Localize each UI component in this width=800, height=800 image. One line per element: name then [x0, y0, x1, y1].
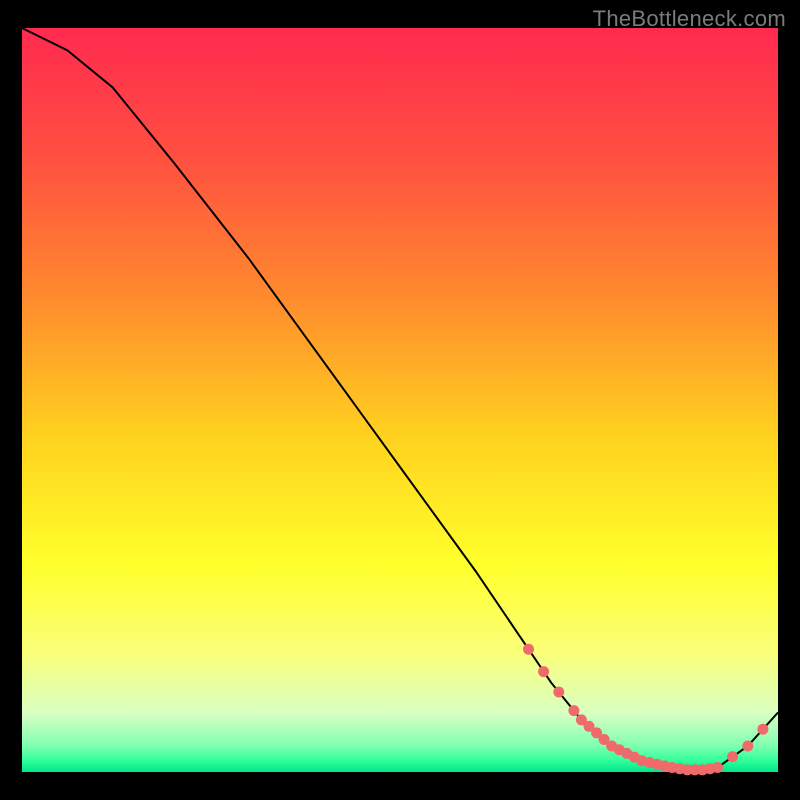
marker-dot	[742, 741, 753, 752]
marker-dot	[553, 687, 564, 698]
marker-dot	[523, 644, 534, 655]
marker-dot	[568, 705, 579, 716]
marker-dot	[727, 751, 738, 762]
watermark-text: TheBottleneck.com	[593, 6, 786, 32]
chart-svg	[0, 0, 800, 800]
chart-frame: TheBottleneck.com	[0, 0, 800, 800]
marker-dot	[757, 724, 768, 735]
marker-dot	[712, 762, 723, 773]
marker-dot	[538, 666, 549, 677]
plot-background	[22, 28, 778, 772]
